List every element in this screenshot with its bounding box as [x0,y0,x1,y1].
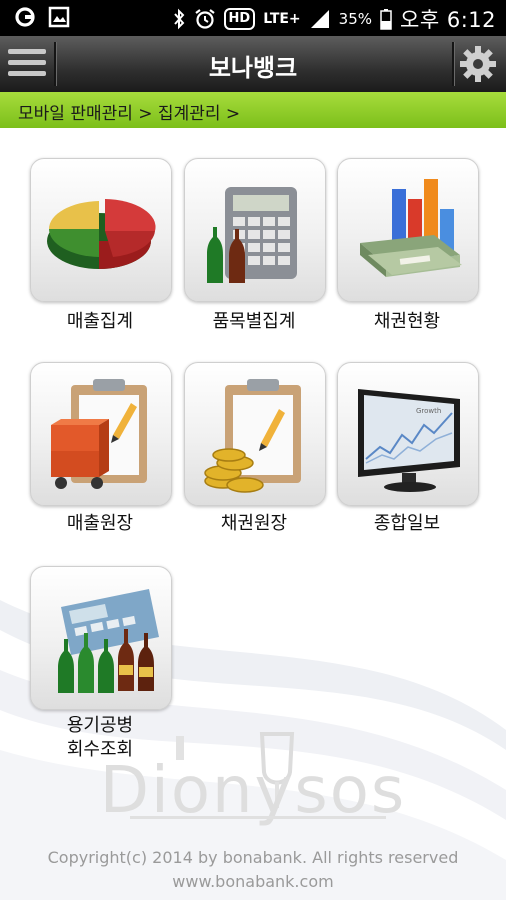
item-summary-tile[interactable] [184,158,326,302]
app-header: 보나뱅크 [0,36,506,92]
signal-icon [310,10,329,28]
menu-label-line: 회수조회 [66,739,134,760]
header-divider [452,42,455,86]
sales-ledger-tile[interactable] [30,362,172,506]
breadcrumb: 모바일 판매관리 > 집계관리 > [0,92,506,132]
menu-label: 채권현황 [373,311,441,332]
copyright-text: Copyright(c) 2014 by bonabank. All right… [47,848,459,867]
menu-label-line: 용기공병 [66,715,134,736]
daily-report-tile[interactable]: Growth [337,362,479,506]
menu-label: 매출원장 [66,513,134,534]
battery-icon [380,9,392,30]
clipboard-coins-icon [204,379,301,493]
website-link[interactable]: www.bonabank.com [0,872,506,891]
hd-voice-badge: HD [223,8,256,30]
clipboard-boxes-icon [51,379,147,489]
monitor-growth-icon: Growth [358,389,460,492]
status-bar: HD LTE+ 35% 오후 6:12 [0,0,506,36]
calculator-bottles-icon [207,187,297,283]
breadcrumb-text: 모바일 판매관리 > 집계관리 > [18,104,241,124]
network-type: LTE+ [263,11,301,27]
gear-icon[interactable] [458,44,498,84]
menu-label-multiline: 용기공병 회수조회 [20,714,180,762]
alarm-icon [194,9,215,29]
clock: 오후 6:12 [400,8,496,32]
calculator-bottles-icon [58,589,159,693]
menu-label: 매출집계 [66,311,134,332]
receivables-ledger-tile[interactable] [184,362,326,506]
menu-label: 채권원장 [220,513,288,534]
pie-chart-icon [47,199,156,269]
menu-label: 종합일보 [373,513,441,534]
bluetooth-icon [173,8,184,30]
sales-summary-tile[interactable] [30,158,172,302]
money-bar-chart-icon [360,179,462,277]
receivables-status-tile[interactable] [337,158,479,302]
battery-percent: 35% [338,10,373,28]
image-notification-icon [48,6,70,28]
menu-label: 품목별집계 [212,311,296,332]
app-notification-icon [15,7,35,27]
app-title: 보나뱅크 [208,54,298,82]
container-return-tile[interactable] [30,566,172,710]
monitor-caption: Growth [416,407,441,415]
